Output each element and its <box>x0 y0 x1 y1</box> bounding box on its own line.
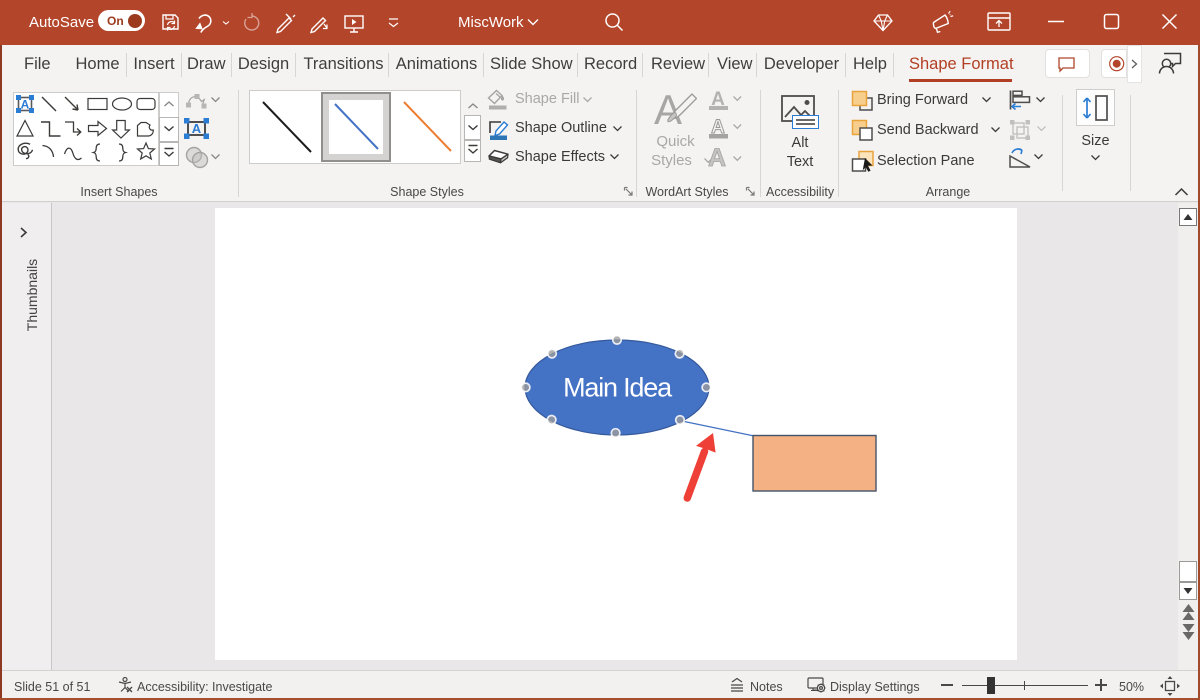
svg-text:Main Idea: Main Idea <box>563 373 673 403</box>
svg-text:A: A <box>708 145 726 170</box>
svg-text:A: A <box>21 98 30 112</box>
